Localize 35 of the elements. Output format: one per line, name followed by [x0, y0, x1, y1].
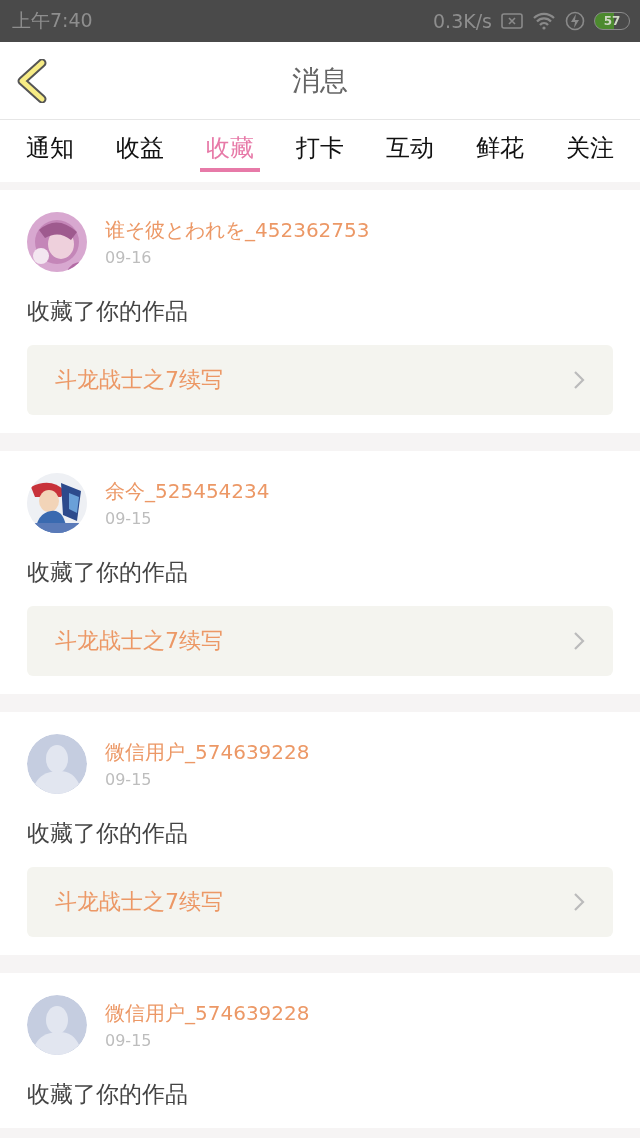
chevron-right-icon: [573, 892, 585, 912]
clock-time: 上午7:40: [12, 8, 93, 33]
tab[interactable]: 通知: [26, 120, 74, 172]
network-speed: 0.3K/s: [433, 10, 492, 32]
user-name[interactable]: 谁そ彼とわれを_452362753: [105, 217, 370, 244]
tab[interactable]: 互动: [386, 120, 434, 172]
work-link[interactable]: 斗龙战士之7续写: [27, 345, 613, 415]
message-text: 收藏了你的作品: [27, 558, 189, 587]
message-date: 09-15: [105, 1031, 153, 1050]
message-text: 收藏了你的作品: [27, 297, 189, 326]
sim-card-icon: [501, 13, 523, 29]
message-date: 09-15: [105, 770, 153, 789]
chevron-right-icon: [573, 631, 585, 651]
tab[interactable]: 鲜花: [476, 120, 524, 172]
message-date: 09-16: [105, 248, 153, 267]
charging-icon: [565, 11, 585, 31]
work-link[interactable]: 斗龙战士之7续写: [27, 606, 613, 676]
tab[interactable]: 收益: [116, 120, 164, 172]
message-text: 收藏了你的作品: [27, 1080, 189, 1109]
wifi-icon: [532, 12, 556, 30]
avatar-icon: [27, 734, 87, 794]
back-icon[interactable]: [16, 59, 48, 103]
battery-level: 57: [603, 14, 621, 28]
user-name[interactable]: 微信用户_574639228: [105, 1000, 310, 1027]
tab[interactable]: 关注: [566, 120, 614, 172]
tab[interactable]: 打卡: [296, 120, 344, 172]
user-name[interactable]: 余今_525454234: [105, 478, 270, 505]
message-date: 09-15: [105, 509, 153, 528]
message-text: 收藏了你的作品: [27, 819, 189, 848]
avatar-icon: [27, 995, 87, 1055]
chevron-right-icon: [573, 370, 585, 390]
user-name[interactable]: 微信用户_574639228: [105, 739, 310, 766]
page-title: 消息: [292, 62, 348, 99]
tab[interactable]: 收藏: [200, 120, 260, 172]
work-link[interactable]: 斗龙战士之7续写: [27, 867, 613, 937]
